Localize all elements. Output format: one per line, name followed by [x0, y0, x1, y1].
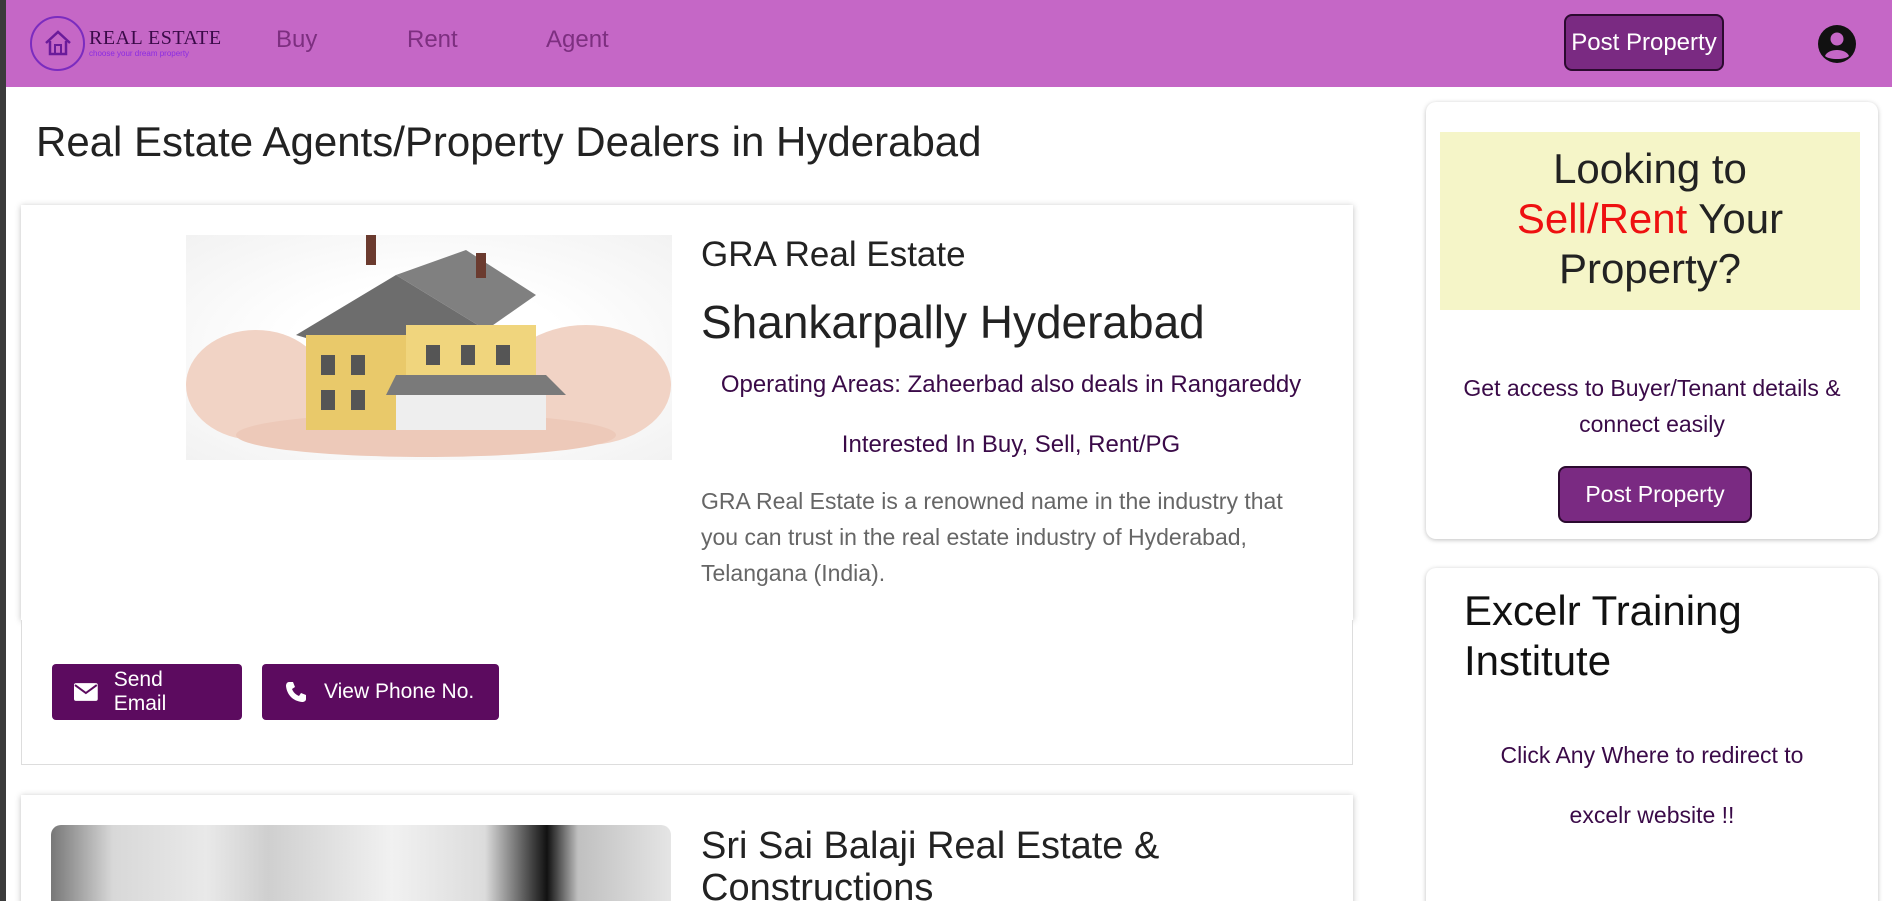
post-property-button[interactable]: Post Property — [1564, 14, 1724, 71]
listing-image — [51, 825, 671, 901]
house-logo-icon — [30, 15, 85, 71]
agent-name[interactable]: GRA Real Estate — [701, 235, 1321, 275]
ad-line-2: excelr website !! — [1569, 802, 1735, 828]
envelope-icon — [74, 683, 98, 701]
operating-areas: Operating Areas: Zaheerbad also deals in… — [720, 371, 1302, 398]
post-property-button[interactable]: Post Property — [1558, 466, 1752, 523]
logo[interactable]: REAL ESTATE choose your dream property — [30, 14, 230, 72]
navbar: REAL ESTATE choose your dream property B… — [6, 0, 1892, 87]
page: REAL ESTATE choose your dream property B… — [6, 0, 1892, 901]
send-email-label: Send Email — [113, 668, 167, 715]
agent-name[interactable]: Sri Sai Balaji Real Estate & Constructio… — [701, 825, 1301, 901]
interested-in: Interested In Buy, Sell, Rent/PG — [841, 431, 1181, 458]
send-email-button[interactable]: Send Email — [52, 664, 242, 720]
ad-title: Excelr Training Institute — [1464, 587, 1742, 684]
listing-card[interactable]: Sri Sai Balaji Real Estate & Constructio… — [21, 795, 1353, 901]
promo-highlight: Sell/Rent — [1516, 195, 1688, 242]
logo-title: REAL ESTATE — [89, 27, 222, 49]
view-phone-button[interactable]: View Phone No. — [262, 664, 499, 720]
nav-link-agent[interactable]: Agent — [546, 26, 609, 54]
promo-line2: Your — [1698, 195, 1784, 242]
ad-panel[interactable]: Excelr Training Institute Click Any Wher… — [1426, 568, 1878, 901]
sell-rent-promo-panel: Looking to Sell/Rent Your Property? Get … — [1426, 102, 1878, 539]
listing-actions: Send Email View Phone No. — [21, 620, 1353, 765]
logo-tagline: choose your dream property — [89, 49, 190, 58]
agent-location: Shankarpally Hyderabad — [701, 296, 1205, 348]
nav-link-rent[interactable]: Rent — [407, 26, 458, 54]
user-circle-icon[interactable] — [1817, 24, 1857, 64]
promo-line3: Property? — [1558, 245, 1742, 292]
page-title: Real Estate Agents/Property Dealers in H… — [36, 118, 982, 165]
phone-icon — [286, 682, 306, 702]
ad-line-1: Click Any Where to redirect to — [1500, 742, 1804, 768]
listing-card[interactable]: GRA Real Estate Shankarpally Hyderabad O… — [21, 205, 1353, 620]
promo-banner: Looking to Sell/Rent Your Property? — [1440, 132, 1860, 310]
agent-description: GRA Real Estate is a renowned name in th… — [701, 488, 1283, 586]
access-text: Get access to Buyer/Tenant details & con… — [1463, 375, 1841, 437]
promo-line1: Looking to — [1553, 145, 1747, 192]
view-phone-label: View Phone No. — [324, 680, 475, 703]
nav-link-buy[interactable]: Buy — [276, 26, 317, 54]
listing-image — [186, 235, 672, 460]
